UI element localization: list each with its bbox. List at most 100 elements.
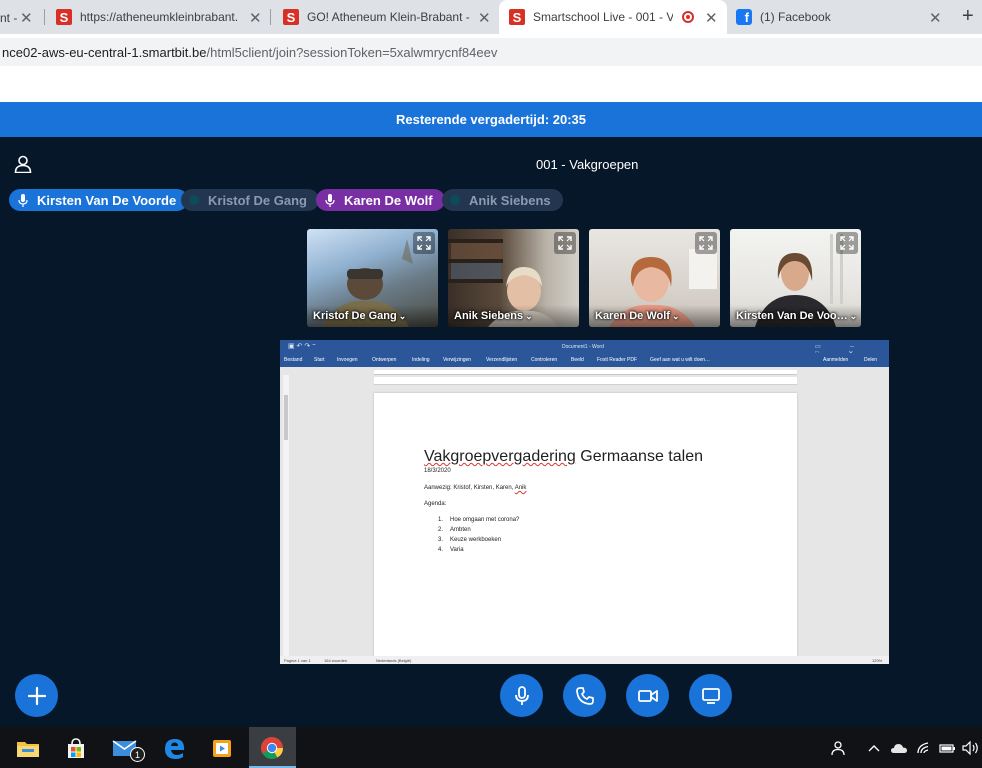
expand-icon[interactable] [836, 232, 858, 254]
smartschool-favicon-icon: S [283, 9, 299, 25]
ribbon-search: Geef aan wat u wilt doen… [650, 357, 711, 363]
phone-icon [575, 686, 594, 705]
browser-tab-strip: nt - ✕ S https://atheneumkleinbrabant. ✕… [0, 0, 982, 34]
close-icon[interactable]: ✕ [705, 9, 718, 27]
video-name-label[interactable]: Anik Siebens ⌄ [454, 310, 533, 322]
url-path: /html5client/join?sessionToken=5xalwmryc… [206, 45, 498, 60]
ribbon-tab: Verwijzingen [443, 357, 472, 363]
new-tab-icon[interactable]: + [962, 5, 974, 28]
media-player-icon[interactable] [209, 735, 235, 761]
chevron-up-icon[interactable] [866, 740, 882, 756]
talker-name: Kirsten Van De Voorde [37, 192, 177, 208]
microphone-icon [514, 685, 529, 705]
file-explorer-icon[interactable] [15, 735, 41, 761]
actions-button[interactable] [15, 674, 58, 717]
ribbon-signin: Aanmelden [823, 357, 849, 363]
screen-share-button[interactable] [689, 674, 732, 717]
video-name-label[interactable]: Kirsten Van De Voo… ⌄ [736, 310, 857, 322]
document-heading: Vakgroepvergadering Germaanse talen [424, 448, 703, 465]
ribbon-tab: Foxit Reader PDF [597, 357, 638, 363]
document-agenda-label: Agenda: [424, 501, 447, 507]
microphone-icon [324, 193, 336, 207]
video-tile[interactable]: Karen De Wolf ⌄ [589, 229, 720, 327]
talker-indicator[interactable]: Karen De Wolf [316, 189, 445, 211]
tab-label: https://atheneumkleinbrabant. [80, 10, 239, 24]
video-tile[interactable]: Kristof De Gang ⌄ [307, 229, 438, 327]
status-page: Pagina 1 van 1 [284, 658, 311, 663]
remaining-time-text: Resterende vergadertijd: 20:35 [395, 112, 587, 127]
battery-icon[interactable] [938, 740, 958, 756]
store-icon[interactable] [63, 735, 89, 761]
edge-icon[interactable] [161, 735, 187, 761]
ribbon-tab: Beeld [571, 357, 584, 363]
close-icon[interactable]: ✕ [929, 9, 942, 27]
ribbon-tab: Bestand [284, 357, 303, 363]
video-name-label[interactable]: Kristof De Gang ⌄ [313, 310, 406, 322]
document-date: 18/3/2020 [424, 468, 451, 474]
word-previous-page-edge [374, 377, 797, 385]
ribbon-tab: Controleren [531, 357, 558, 363]
user-icon[interactable] [14, 155, 32, 173]
tab-label: Smartschool Live - 001 - V [533, 10, 673, 24]
close-icon[interactable]: ✕ [249, 9, 262, 27]
smartschool-favicon-icon: S [56, 9, 72, 25]
talker-name: Anik Siebens [469, 192, 551, 208]
people-icon[interactable] [830, 740, 848, 756]
word-vertical-ruler [283, 375, 289, 660]
tab-label: (1) Facebook [760, 10, 831, 24]
talker-indicator[interactable]: Anik Siebens [442, 189, 563, 211]
windows-taskbar: 1 [0, 727, 982, 768]
word-title-bar: ▣ ↶ ↷ ⁼ Document1 - Word ▭ – □ ✕ [280, 340, 889, 357]
video-name-label[interactable]: Karen De Wolf ⌄ [595, 310, 680, 322]
browser-tab[interactable]: f (1) Facebook ✕ [736, 0, 946, 34]
video-tile[interactable]: Anik Siebens ⌄ [448, 229, 579, 327]
agenda-item: 1. Hoe omgaan met corona? [438, 517, 520, 523]
close-icon[interactable]: ✕ [20, 9, 33, 27]
expand-icon[interactable] [413, 232, 435, 254]
agenda-item: 2. Ambten [438, 527, 471, 533]
ribbon-tab: Verzendlijsten [486, 357, 518, 363]
browser-tab-active[interactable]: S Smartschool Live - 001 - V ✕ [499, 0, 727, 34]
screen-share-icon [701, 687, 720, 704]
talker-indicator[interactable]: Kristof De Gang [181, 189, 319, 211]
browser-tab[interactable]: S https://atheneumkleinbrabant. ✕ [56, 0, 266, 34]
word-ruler [374, 370, 797, 375]
word-quick-access: ▣ ↶ ↷ ⁼ [288, 343, 316, 350]
close-icon[interactable]: ✕ [478, 9, 491, 27]
talker-name: Karen De Wolf [344, 192, 433, 208]
meeting-area: 001 - Vakgroepen Kirsten Van De Voorde K… [0, 137, 982, 727]
address-bar-area: nce02-aws-eu-central-1.smartbit.be/html5… [0, 34, 982, 68]
agenda-item: 4. Varia [438, 547, 464, 553]
screenshare-view[interactable]: ▣ ↶ ↷ ⁼ Document1 - Word ▭ – □ ✕ Bestand… [280, 340, 889, 664]
microphone-button[interactable] [500, 674, 543, 717]
expand-icon[interactable] [554, 232, 576, 254]
microphone-icon [17, 193, 29, 207]
ribbon-tab: Ontwerpen [372, 357, 397, 363]
mail-unread-badge: 1 [130, 747, 145, 762]
volume-icon[interactable] [961, 740, 981, 756]
browser-tab[interactable]: nt - ✕ [0, 0, 44, 34]
ribbon-tab: Start [314, 357, 325, 363]
browser-tab[interactable]: S GO! Atheneum Klein-Brabant - ✕ [283, 0, 493, 34]
recording-icon [682, 11, 694, 23]
remaining-time-banner: Resterende vergadertijd: 20:35 [0, 102, 982, 137]
video-tile[interactable]: Kirsten Van De Voo… ⌄ [730, 229, 861, 327]
audio-phone-button[interactable] [563, 674, 606, 717]
talker-indicator[interactable]: Kirsten Van De Voorde [9, 189, 189, 211]
onedrive-icon[interactable] [889, 740, 909, 756]
talker-status-dot [189, 195, 199, 205]
status-language: Nederlands (België) [376, 658, 412, 663]
url-text[interactable]: nce02-aws-eu-central-1.smartbit.be/html5… [2, 45, 497, 60]
camera-button[interactable] [626, 674, 669, 717]
wifi-icon[interactable] [915, 740, 933, 756]
word-window-title: Document1 - Word [562, 344, 604, 350]
smartschool-favicon-icon: S [509, 9, 525, 25]
tab-label: GO! Atheneum Klein-Brabant - [307, 10, 470, 24]
chrome-icon[interactable] [259, 735, 285, 761]
video-camera-icon [637, 689, 658, 702]
word-ribbon: Bestand Start Invoegen Ontwerpen Indelin… [280, 353, 889, 367]
ribbon-share: Delen [864, 357, 878, 363]
status-zoom: 120% [872, 658, 883, 663]
word-page: Vakgroepvergadering Germaanse talen 18/3… [374, 393, 797, 658]
expand-icon[interactable] [695, 232, 717, 254]
